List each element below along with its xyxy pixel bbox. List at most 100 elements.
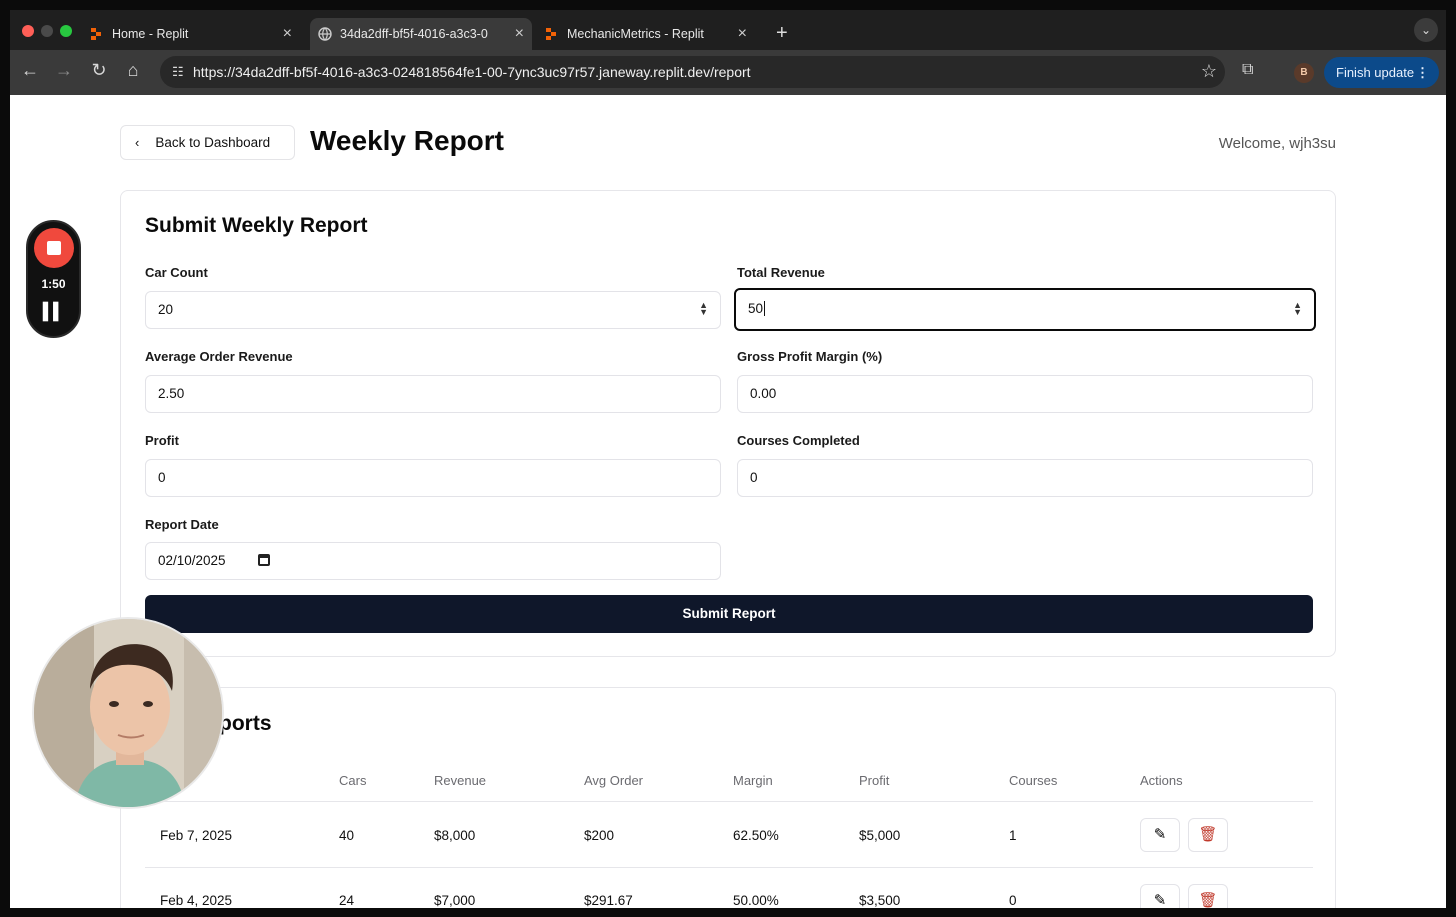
cell-courses: 1 — [1009, 828, 1017, 843]
cell-cars: 24 — [339, 893, 355, 908]
cell-courses: 0 — [1009, 893, 1017, 908]
screen: Home - Replit × 34da2dff-bf5f-4016-a3c3-… — [0, 0, 1456, 917]
cell-profit: $5,000 — [859, 828, 901, 843]
cell-profit: $3,500 — [859, 893, 901, 908]
cell-margin: 50.00% — [733, 893, 779, 908]
gross-profit-margin-value: 0.00 — [750, 386, 777, 401]
bookmark-star-icon[interactable]: ☆ — [1201, 61, 1217, 82]
total-revenue-label: Total Revenue — [737, 265, 825, 280]
delete-button[interactable]: 🗑︎ — [1188, 884, 1228, 908]
browser-tab-bar: Home - Replit × 34da2dff-bf5f-4016-a3c3-… — [10, 10, 1446, 50]
column-header-margin: Margin — [733, 773, 773, 788]
courses-completed-value: 0 — [750, 470, 758, 485]
column-header-avg-order: Avg Order — [584, 773, 644, 788]
webcam-bubble[interactable] — [32, 617, 224, 809]
reload-icon[interactable]: ↻ — [87, 60, 111, 81]
courses-completed-label: Courses Completed — [737, 433, 860, 448]
total-revenue-input[interactable]: 50 ▲ ▼ — [734, 288, 1316, 331]
page-title: Weekly Report — [310, 125, 504, 156]
car-count-value: 20 — [158, 302, 174, 317]
table-divider — [145, 801, 1313, 802]
cell-date: Feb 4, 2025 — [160, 893, 233, 908]
column-header-revenue: Revenue — [434, 773, 487, 788]
replit-icon — [546, 28, 556, 40]
profit-label: Profit — [145, 433, 179, 448]
stepper-icon[interactable]: ▲ ▼ — [699, 301, 708, 317]
cell-revenue: $7,000 — [434, 893, 476, 908]
back-label: Back to Dashboard — [155, 135, 271, 150]
cell-avg-order: $291.67 — [584, 893, 633, 908]
extensions-icon[interactable]: ⧉ — [1242, 61, 1253, 79]
edit-button[interactable]: ✎ — [1140, 818, 1180, 852]
back-to-dashboard-button[interactable]: ‹ Back to Dashboard — [120, 125, 295, 160]
url-text[interactable]: https://34da2dff-bf5f-4016-a3c3-02481856… — [193, 64, 751, 80]
cell-margin: 62.50% — [733, 828, 779, 843]
close-tab-icon[interactable]: × — [738, 25, 747, 43]
stop-recording-button[interactable] — [34, 228, 74, 268]
column-header-courses: Courses — [1009, 773, 1058, 788]
submit-report-button[interactable]: Submit Report — [145, 595, 1313, 633]
column-header-cars: Cars — [339, 773, 367, 788]
column-header-profit: Profit — [859, 773, 890, 788]
pause-icon[interactable]: ▍▍ — [28, 302, 79, 322]
stepper-icon[interactable]: ▲ ▼ — [1293, 301, 1302, 317]
total-revenue-value: 50 — [748, 301, 764, 316]
minimize-window-button[interactable] — [41, 25, 53, 37]
edit-button[interactable]: ✎ — [1140, 884, 1180, 908]
tab-title: 34da2dff-bf5f-4016-a3c3-0 — [340, 27, 488, 41]
globe-icon — [318, 27, 332, 41]
maximize-window-button[interactable] — [60, 25, 72, 37]
avg-order-revenue-input[interactable]: 2.50 — [145, 375, 721, 413]
car-count-label: Car Count — [145, 265, 208, 280]
profit-input[interactable]: 0 — [145, 459, 721, 497]
profit-value: 0 — [158, 470, 166, 485]
tab-home-replit[interactable]: Home - Replit × — [90, 18, 300, 50]
reports-card: ports Cars Revenue Avg Order Margin Prof… — [120, 687, 1336, 908]
bottom-edge — [0, 908, 1456, 917]
finish-update-label: Finish update — [1336, 65, 1415, 80]
finish-update-button[interactable]: Finish update ⋮ — [1324, 57, 1439, 88]
chevron-left-icon: ‹ — [135, 135, 140, 150]
cell-cars: 40 — [339, 828, 355, 843]
table-divider — [145, 867, 1313, 868]
tab-title: MechanicMetrics - Replit — [567, 27, 704, 41]
close-tab-icon[interactable]: × — [515, 25, 524, 43]
new-tab-button[interactable]: + — [776, 22, 788, 45]
calendar-icon[interactable] — [258, 554, 270, 566]
browser-toolbar: ← → ↻ ⌂ ☷ https://34da2dff-bf5f-4016-a3c… — [10, 50, 1446, 95]
back-arrow-icon[interactable]: ← — [18, 60, 42, 81]
gross-profit-margin-input[interactable]: 0.00 — [737, 375, 1313, 413]
forward-arrow-icon[interactable]: → — [52, 60, 76, 81]
trash-icon: 🗑︎ — [1198, 892, 1218, 908]
profile-avatar[interactable]: B — [1294, 63, 1314, 83]
home-icon[interactable]: ⌂ — [121, 60, 145, 81]
pencil-icon: ✎ — [1153, 826, 1167, 843]
recording-timer: 1:50 — [41, 277, 66, 291]
form-title: Submit Weekly Report — [145, 214, 368, 237]
tab-report[interactable]: 34da2dff-bf5f-4016-a3c3-0 × — [310, 18, 532, 50]
submit-report-card: Submit Weekly Report Car Count 20 ▲ ▼ Tot… — [120, 190, 1336, 657]
avg-order-revenue-value: 2.50 — [158, 386, 185, 401]
tab-search-chevron-icon[interactable]: ⌄ — [1414, 18, 1438, 42]
report-date-value: 02/10/2025 — [158, 553, 226, 568]
column-header-actions: Actions — [1140, 773, 1183, 788]
cell-avg-order: $200 — [584, 828, 615, 843]
gross-profit-margin-label: Gross Profit Margin (%) — [737, 349, 883, 364]
delete-button[interactable]: 🗑︎ — [1188, 818, 1228, 852]
close-window-button[interactable] — [22, 25, 34, 37]
cell-date: Feb 7, 2025 — [160, 828, 233, 843]
replit-icon — [91, 28, 101, 40]
pencil-icon: ✎ — [1153, 892, 1167, 908]
car-count-input[interactable]: 20 ▲ ▼ — [145, 291, 721, 329]
tab-mechanicmetrics[interactable]: MechanicMetrics - Replit × — [545, 18, 755, 50]
more-vert-icon[interactable]: ⋮ — [1416, 57, 1429, 88]
avg-order-revenue-label: Average Order Revenue — [145, 349, 293, 364]
page-content: ‹ Back to Dashboard Weekly Report Welcom… — [10, 95, 1446, 908]
close-tab-icon[interactable]: × — [283, 25, 292, 43]
report-date-label: Report Date — [145, 517, 219, 532]
site-info-icon[interactable]: ☷ — [172, 64, 188, 80]
text-cursor — [764, 301, 766, 316]
report-date-input[interactable]: 02/10/2025 — [145, 542, 721, 580]
address-bar[interactable]: ☷ https://34da2dff-bf5f-4016-a3c3-024818… — [160, 56, 1225, 88]
courses-completed-input[interactable]: 0 — [737, 459, 1313, 497]
